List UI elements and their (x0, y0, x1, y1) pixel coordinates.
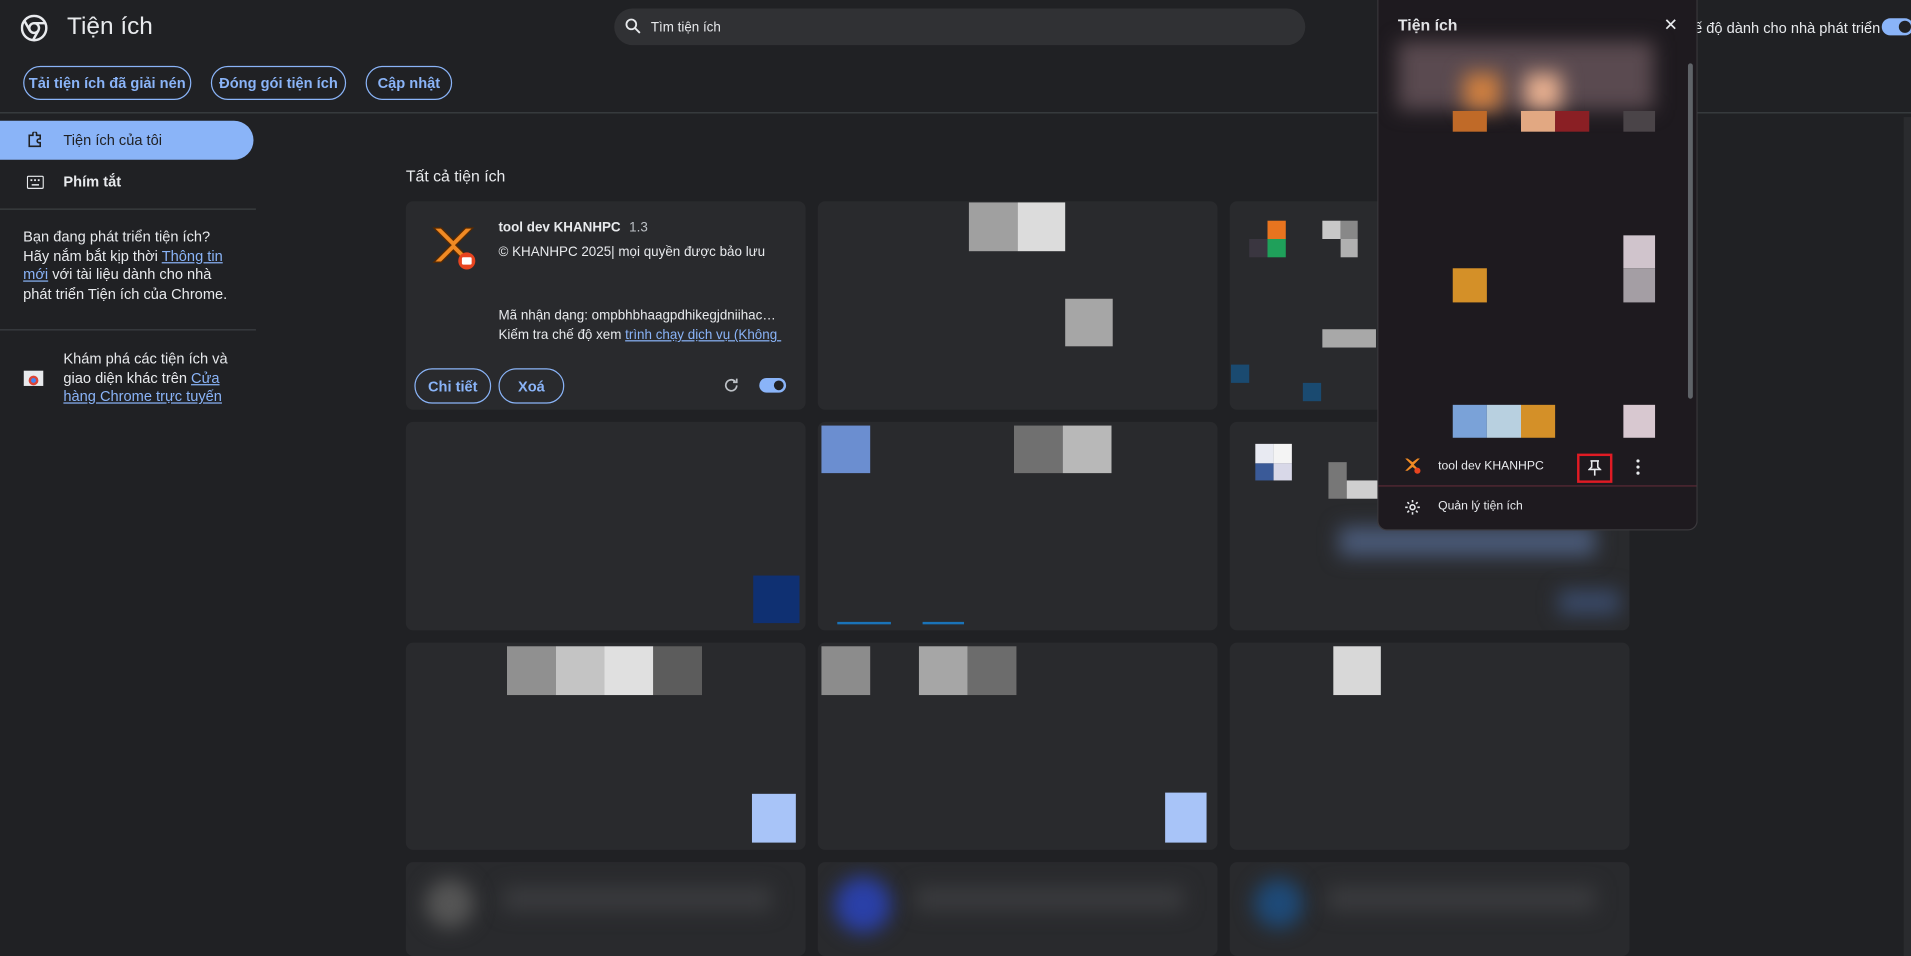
puzzle-icon (28, 131, 42, 148)
extension-card (817, 862, 1218, 956)
chrome-logo-icon (20, 14, 48, 42)
load-unpacked-button[interactable]: Tải tiện ích đã giải nén (23, 65, 192, 100)
developer-mode-label: ế độ dành cho nhà phát triển (1694, 19, 1881, 37)
extension-name: tool dev KHANHPC 1.3 (498, 220, 648, 236)
remove-button[interactable]: Xoá (498, 368, 565, 404)
update-button[interactable]: Cập nhật (365, 65, 453, 100)
menu-divider (1378, 485, 1697, 487)
manage-extensions-button[interactable]: Quản lý tiện ích (1438, 500, 1523, 513)
extension-card (405, 421, 806, 631)
developer-mode-toggle[interactable] (1881, 18, 1911, 36)
menu-extension-name[interactable]: tool dev KHANHPC (1438, 460, 1544, 473)
extension-version: 1.3 (629, 220, 648, 236)
extension-card (817, 642, 1218, 850)
extension-card (1229, 642, 1630, 850)
extension-enable-toggle[interactable] (759, 378, 787, 393)
extensions-menu: Tiện ích ✕ tool dev KHANHPC Quản lý tiện… (1377, 0, 1698, 531)
sidebar-item-label: Phím tắt (63, 173, 122, 191)
web-store-promo: Khám phá các tiện ích và giao diện khác … (63, 349, 228, 405)
search-input[interactable] (648, 8, 1287, 48)
extension-description: © KHANHPC 2025| mọi quyền được bảo lưu (498, 245, 766, 260)
extension-logo-icon (1405, 458, 1421, 474)
extension-card (817, 421, 1218, 631)
whats-new-link-cont[interactable]: mới (23, 266, 48, 283)
developer-info: Bạn đang phát triển tiện ích? Hãy nắm bắ… (23, 228, 228, 302)
details-button[interactable]: Chi tiết (414, 368, 492, 404)
extension-card (405, 862, 806, 956)
section-title: Tất cả tiện ích (405, 167, 506, 186)
close-icon[interactable]: ✕ (1664, 15, 1678, 36)
extension-logo-icon (432, 227, 476, 270)
web-store-link-cont[interactable]: hàng Chrome trực tuyến (63, 388, 222, 405)
sidebar-divider (0, 329, 256, 331)
gear-icon (1405, 499, 1420, 515)
extensions-menu-title: Tiện ích (1397, 15, 1458, 35)
extension-card (817, 201, 1218, 410)
search-box[interactable] (614, 8, 1306, 48)
reload-icon[interactable] (723, 377, 740, 394)
extension-card (405, 642, 806, 850)
keyboard-icon (26, 175, 44, 190)
web-store-link[interactable]: Cửa (191, 369, 219, 386)
web-store-icon (23, 370, 44, 386)
page-title: Tiện ích (67, 13, 153, 41)
sidebar-divider (0, 208, 256, 210)
sidebar-item-my-extensions[interactable]: Tiện ích của tôi (0, 120, 254, 160)
pin-button-highlight[interactable] (1577, 453, 1613, 483)
more-options-icon[interactable] (1634, 458, 1641, 475)
inspect-views: Kiểm tra chế độ xem trình chạy dịch vụ (… (498, 328, 781, 343)
extension-card (1229, 862, 1630, 956)
sidebar-item-shortcuts[interactable]: Phím tắt (0, 171, 254, 195)
page-scrollbar[interactable] (1903, 117, 1911, 956)
menu-scrollbar[interactable] (1687, 63, 1693, 399)
sidebar-item-label: Tiện ích của tôi (63, 131, 163, 149)
pin-icon[interactable] (1588, 460, 1602, 477)
extension-id: Mã nhận dạng: ompbhbhaagpdhikegjdniihach… (498, 308, 782, 324)
pack-extension-button[interactable]: Đóng gói tiện ích (210, 65, 347, 100)
search-icon (625, 18, 641, 34)
service-worker-link[interactable]: trình chạy dịch vụ (Không ... (625, 328, 781, 343)
whats-new-link[interactable]: Thông tin (162, 247, 223, 264)
